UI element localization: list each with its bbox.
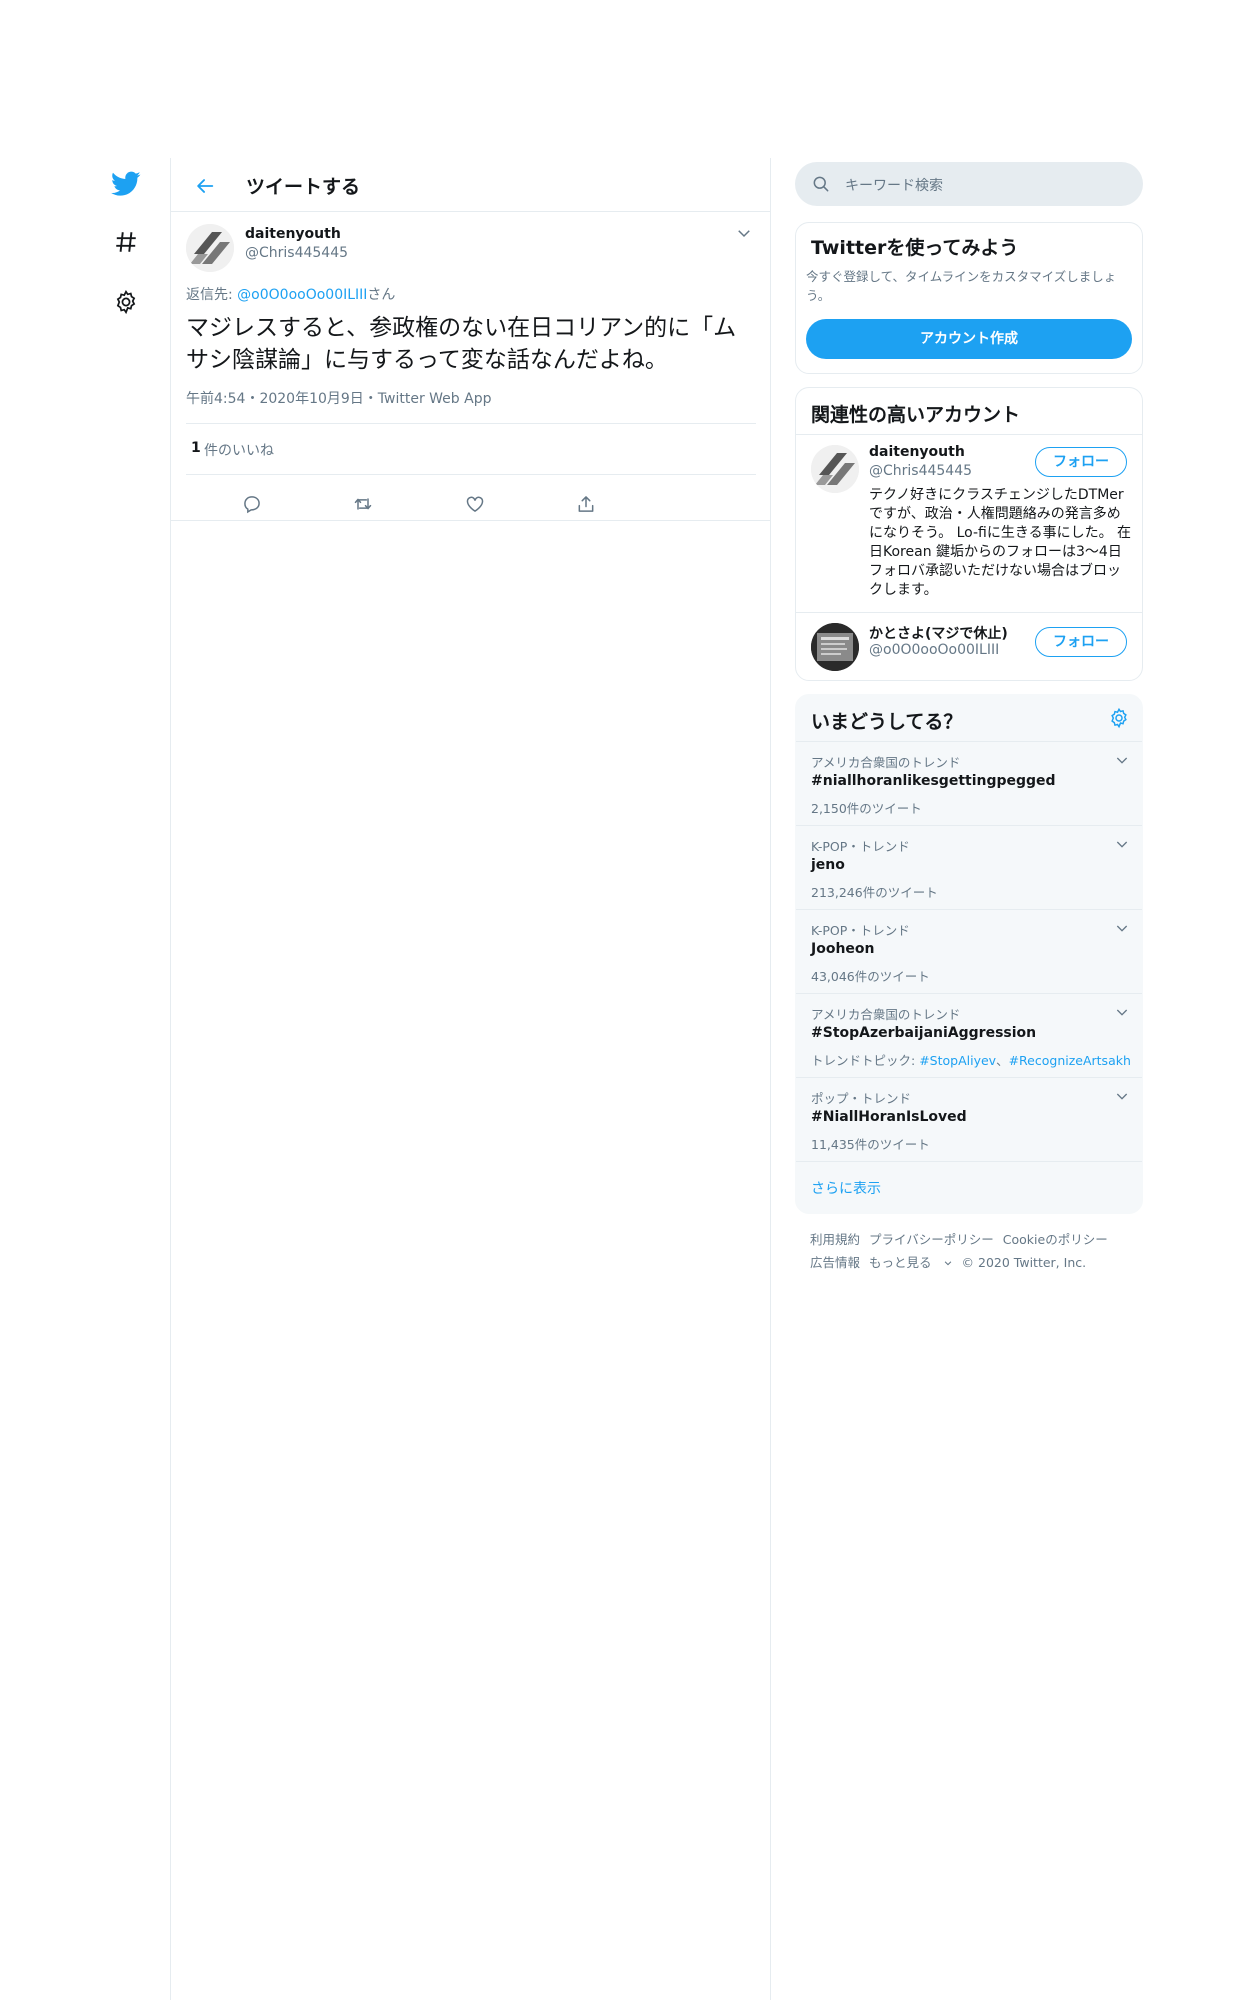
- signup-title: Twitterを使ってみよう: [811, 237, 1019, 259]
- footer-links: 利用規約 プライバシーポリシー Cookieのポリシー: [810, 1229, 1117, 1248]
- account-handle[interactable]: @Chris445445: [869, 463, 972, 479]
- create-account-button[interactable]: アカウント作成: [806, 319, 1132, 359]
- tweet-detail: daitenyouth @Chris445445 返信先: @o0O0ooOo0…: [171, 212, 770, 521]
- show-more-link[interactable]: さらに表示: [811, 1178, 881, 1198]
- trend-count: 11,435件のツイート: [811, 1137, 930, 1152]
- reply-suffix: さん: [367, 287, 396, 303]
- chevron-down-icon[interactable]: [1114, 920, 1130, 936]
- avatar[interactable]: [186, 224, 234, 272]
- trend-context: アメリカ合衆国のトレンド: [811, 1007, 961, 1022]
- topics-prefix: トレンドトピック:: [811, 1053, 920, 1068]
- account-bio: テクノ好きにクラスチェンジしたDTMerですが、政治・人権問題絡みの発言多めにな…: [869, 487, 1132, 598]
- topic-separator: 、: [996, 1053, 1009, 1068]
- trend-name: #StopAzerbaijaniAggression: [811, 1025, 1037, 1041]
- follow-button[interactable]: フォロー: [1035, 447, 1127, 477]
- footer-more[interactable]: もっと見る: [869, 1255, 953, 1270]
- settings-gear-icon[interactable]: [108, 284, 144, 320]
- chevron-down-icon[interactable]: [1114, 1088, 1130, 1104]
- trend-count: 2,150件のツイート: [811, 801, 922, 816]
- avatar[interactable]: [811, 445, 859, 493]
- trends-card: いまどうしてる？ アメリカ合衆国のトレンド #niallhoranlikesge…: [795, 694, 1143, 1214]
- trend-topics: トレンドトピック: #StopAliyev、#RecognizeArtsakh: [811, 1050, 1131, 1069]
- follow-button[interactable]: フォロー: [1035, 627, 1127, 657]
- page-title: ツイートする: [246, 176, 361, 198]
- trend-name: #niallhoranlikesgettingpegged: [811, 773, 1056, 789]
- chevron-down-icon[interactable]: [735, 224, 753, 242]
- avatar[interactable]: [811, 623, 859, 671]
- chevron-down-icon[interactable]: [1114, 1004, 1130, 1020]
- trend-item[interactable]: アメリカ合衆国のトレンド #StopAzerbaijaniAggression …: [796, 993, 1142, 1078]
- relevant-accounts-card: 関連性の高いアカウント daitenyouth @Chris445445 フォロ…: [795, 387, 1143, 681]
- trend-context: K-POP・トレンド: [811, 923, 910, 938]
- trend-name: Jooheon: [811, 941, 875, 957]
- tweet-meta[interactable]: 午前4:54・2020年10月9日・Twitter Web App: [186, 388, 491, 408]
- footer-link-terms[interactable]: 利用規約: [810, 1232, 860, 1247]
- chevron-down-icon[interactable]: [1114, 752, 1130, 768]
- trends-settings-gear-icon[interactable]: [1108, 707, 1130, 729]
- trend-item[interactable]: K-POP・トレンド Jooheon 43,046件のツイート: [796, 909, 1142, 994]
- trend-count: 43,046件のツイート: [811, 969, 930, 984]
- account-handle[interactable]: @o0O0ooOo00ILIII: [869, 642, 999, 658]
- search-box[interactable]: キーワード検索: [795, 162, 1143, 206]
- author-name[interactable]: daitenyouth: [245, 226, 341, 242]
- search-icon: [811, 174, 831, 198]
- chevron-down-icon: [944, 1261, 951, 1266]
- author-handle[interactable]: @Chris445445: [245, 245, 348, 261]
- footer-link-privacy[interactable]: プライバシーポリシー: [869, 1232, 994, 1247]
- show-more-row[interactable]: さらに表示: [796, 1161, 1142, 1213]
- footer-link-cookies[interactable]: Cookieのポリシー: [1003, 1232, 1108, 1247]
- share-icon[interactable]: [572, 490, 600, 518]
- topic-link[interactable]: #StopAliyev: [919, 1053, 996, 1068]
- footer-more-label: もっと見る: [869, 1255, 932, 1270]
- account-name[interactable]: かとさよ(マジで休止): [869, 623, 1008, 643]
- search-input[interactable]: キーワード検索: [845, 175, 943, 195]
- trend-context: ポップ・トレンド: [811, 1091, 912, 1106]
- trends-title: いまどうしてる？: [811, 711, 963, 733]
- account-row[interactable]: かとさよ(マジで休止) @o0O0ooOo00ILIII フォロー: [796, 612, 1142, 680]
- like-heart-icon[interactable]: [461, 490, 489, 518]
- footer-links-row2: 広告情報 もっと見る © 2020 Twitter, Inc.: [810, 1252, 1095, 1271]
- trend-context: K-POP・トレンド: [811, 839, 910, 854]
- copyright: © 2020 Twitter, Inc.: [961, 1255, 1087, 1270]
- topic-link[interactable]: #RecognizeArtsakh: [1009, 1053, 1131, 1068]
- reply-handle-link[interactable]: @o0O0ooOo00ILIII: [237, 287, 367, 303]
- account-row[interactable]: daitenyouth @Chris445445 フォロー テクノ好きにクラスチ…: [796, 434, 1142, 613]
- trend-item[interactable]: K-POP・トレンド jeno 213,246件のツイート: [796, 825, 1142, 910]
- likes-label: 件のいいね: [204, 443, 274, 459]
- trend-name: #NiallHoranIsLoved: [811, 1109, 967, 1125]
- reply-to: 返信先: @o0O0ooOo00ILIIIさん: [186, 284, 395, 304]
- signup-card: Twitterを使ってみよう 今すぐ登録して、タイムラインをカスタマイズしましょ…: [795, 222, 1143, 374]
- reply-icon[interactable]: [238, 490, 266, 518]
- relevant-title: 関連性の高いアカウント: [811, 404, 1021, 426]
- tweet-text: マジレスすると、参政権のない在日コリアン的に「ムサシ陰謀論」に与するって変な話な…: [186, 315, 737, 373]
- chevron-down-icon[interactable]: [1114, 836, 1130, 852]
- trend-context: アメリカ合衆国のトレンド: [811, 755, 961, 770]
- footer-link-ads[interactable]: 広告情報: [810, 1255, 860, 1270]
- page-header: ツイートする: [171, 158, 770, 212]
- trend-count: 213,246件のツイート: [811, 885, 938, 900]
- explore-hashtag-icon[interactable]: [108, 224, 144, 260]
- signup-description: 今すぐ登録して、タイムラインをカスタマイズしましょう。: [806, 269, 1117, 303]
- likes-row[interactable]: 1 件のいいね: [186, 423, 756, 475]
- trend-name: jeno: [811, 857, 845, 873]
- reply-prefix: 返信先:: [186, 287, 238, 303]
- trend-item[interactable]: アメリカ合衆国のトレンド #niallhoranlikesgettingpegg…: [796, 741, 1142, 826]
- account-name[interactable]: daitenyouth: [869, 444, 965, 460]
- trend-item[interactable]: ポップ・トレンド #NiallHoranIsLoved 11,435件のツイート: [796, 1077, 1142, 1162]
- likes-count: 1: [191, 440, 201, 456]
- back-arrow-icon[interactable]: [191, 172, 219, 200]
- twitter-logo-icon[interactable]: [108, 166, 144, 202]
- retweet-icon[interactable]: [349, 490, 377, 518]
- main-column: ツイートする daitenyouth @Chris445445 返信先: @o0…: [170, 158, 771, 2000]
